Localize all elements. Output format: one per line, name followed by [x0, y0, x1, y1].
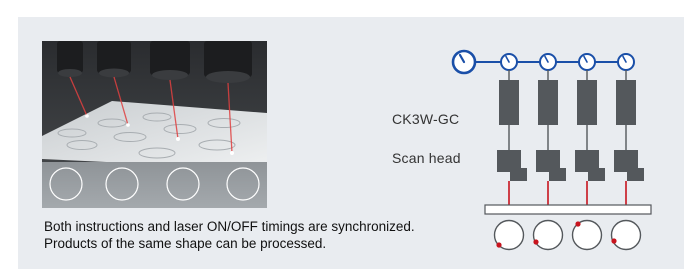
scan-head-label: Scan head: [392, 150, 461, 166]
caption-line-2: Products of the same shape can be proces…: [44, 235, 327, 251]
laser-processing-illustration: [42, 41, 267, 208]
controller-label: CK3W-GC: [392, 111, 460, 127]
caption-line-1: Both instructions and laser ON/OFF timin…: [44, 219, 415, 234]
laser-processing-photo: [42, 41, 267, 208]
figure: Both instructions and laser ON/OFF timin…: [0, 0, 684, 269]
caption: Both instructions and laser ON/OFF timin…: [44, 219, 504, 252]
